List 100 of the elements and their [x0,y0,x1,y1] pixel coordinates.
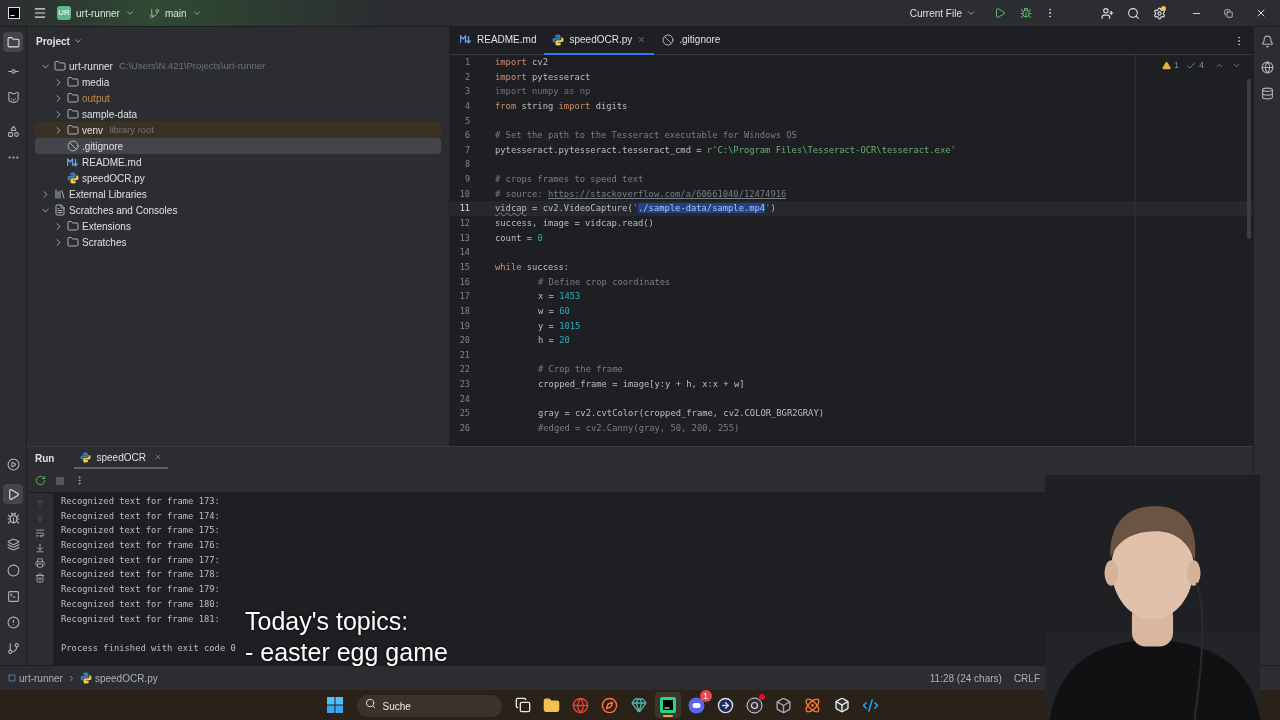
console-line: Recognized text for frame 176: [61,540,220,551]
code-line: import numpy as np [495,85,591,99]
taskbar-app[interactable] [654,692,681,718]
code-line: count = 0 [495,231,543,245]
warning-icon[interactable] [1161,61,1171,71]
trash-icon[interactable] [35,573,45,583]
tree-item[interactable]: Extensions [35,218,441,234]
debug-icon[interactable] [6,512,20,525]
debug-icon[interactable] [1020,7,1032,19]
code-line: import pytesseract [495,70,591,84]
add-user-icon[interactable] [1101,6,1114,20]
scrollbar[interactable] [1247,79,1251,239]
line-ending[interactable]: CRLF [1013,670,1040,686]
gem-icon [630,697,647,713]
console-line: Recognized text for frame 175: [61,525,220,536]
line-number: 11 [450,201,495,217]
taskbar-app[interactable]: 1 [683,692,710,718]
layers-icon[interactable] [6,538,20,551]
line-number: 6 [463,129,471,143]
tree-item[interactable]: Scratches [35,234,441,250]
code-line: vidcap = cv2.VideoCapture('./sample-data/sample.mp4') [495,202,776,216]
chevron-down-icon[interactable] [72,36,83,46]
line-number: 14 [458,246,471,260]
editor-tab[interactable]: .gitignore [654,26,729,55]
restore-icon[interactable] [1224,8,1233,18]
console-line: Recognized text for frame 179: [61,584,220,595]
cat-icon[interactable] [6,91,20,104]
folder-icon [67,108,79,120]
tree-item[interactable]: README.md [35,154,441,170]
run-config-dropdown[interactable]: Current File [905,5,980,21]
status-message: Process finished with exit code 0 [61,642,236,653]
tree-item[interactable]: media [35,74,441,90]
run-tab[interactable]: speedOCR [74,447,168,469]
search-field[interactable]: Suche [356,695,502,718]
branch-switcher[interactable]: main [144,3,206,23]
tree-item[interactable]: urt-runner C:\Users\N.421\Projects\urt-runner [35,58,441,74]
database-icon[interactable] [1260,87,1274,100]
tree-item[interactable]: output [35,90,441,106]
settings-icon[interactable] [1153,6,1166,20]
print-icon[interactable] [35,558,45,568]
task-view-icon [514,697,531,713]
markdown-icon [67,157,79,167]
ide-logo-icon [659,697,676,713]
git-icon[interactable] [6,642,20,655]
tree-item[interactable]: External Libraries [35,186,441,202]
line-number: 9 [463,173,471,187]
line-number: 4 [463,99,471,113]
line-number: 17 [458,290,471,304]
python-icon [67,172,79,184]
rerun-icon[interactable] [35,475,46,486]
code-line: # Crop the frame [538,363,623,377]
compass-icon [601,696,618,714]
line-number: 2 [463,70,471,84]
code-line: from string import digits [495,99,628,113]
scroll-to-end-icon[interactable] [35,543,45,553]
wrap-icon[interactable] [35,528,45,538]
item-label: media [82,75,110,90]
folder-icon [54,60,66,72]
tree-item[interactable]: venv library root [35,122,441,138]
chat-icon [688,696,705,714]
editor-tab[interactable]: speedOCR.py [544,26,655,55]
problems-icon[interactable] [6,616,20,629]
run-icon[interactable] [994,7,1006,19]
close-icon[interactable] [1255,7,1267,19]
editor-tab[interactable]: README.md [452,26,545,55]
structure-icon[interactable] [6,125,20,138]
check-icon[interactable] [1186,60,1196,71]
python-console-icon[interactable] [6,458,20,471]
tree-item[interactable]: .gitignore [35,138,441,154]
cube-icon [833,697,850,713]
atom-icon [804,696,821,714]
line-number: 3 [463,85,471,99]
line-number: 22 [458,363,471,377]
panel-title[interactable]: Project [36,33,70,49]
module-icon [8,674,16,682]
terminal-icon[interactable] [6,590,20,603]
tree-item[interactable]: speedOCR.py [35,170,441,186]
line-number: 12 [458,217,471,231]
project-switcher[interactable]: UR urt-runner [53,3,139,23]
windows-logo-icon[interactable] [326,697,343,713]
arrow-circle-icon [717,696,734,714]
item-label: README.md [82,155,142,170]
notifications-icon[interactable] [1260,35,1274,48]
folder-icon[interactable] [6,35,20,49]
item-label: speedOCR.py [82,171,145,186]
breadcrumb[interactable]: urt-runner [8,670,63,686]
item-label: urt-runner [69,59,113,74]
cursor-position[interactable]: 11:28 (24 chars) [929,670,1002,686]
breadcrumb[interactable]: speedOCR.py [79,670,158,686]
code-line: # Set the path to the Tesseract executable for Windows OS [495,129,797,143]
line-number: 19 [458,319,471,333]
caption-text: Today's topics: [245,606,410,637]
menu-icon[interactable] [33,6,47,20]
run-icon[interactable] [6,487,20,501]
search-icon[interactable] [1127,6,1140,20]
item-label: Scratches and Consoles [69,203,178,218]
tree-item[interactable]: sample-data [35,106,441,122]
tree-item[interactable]: Scratches and Consoles [35,202,441,218]
console-line: Recognized text for frame 178: [61,569,220,580]
services-icon[interactable] [6,564,20,577]
